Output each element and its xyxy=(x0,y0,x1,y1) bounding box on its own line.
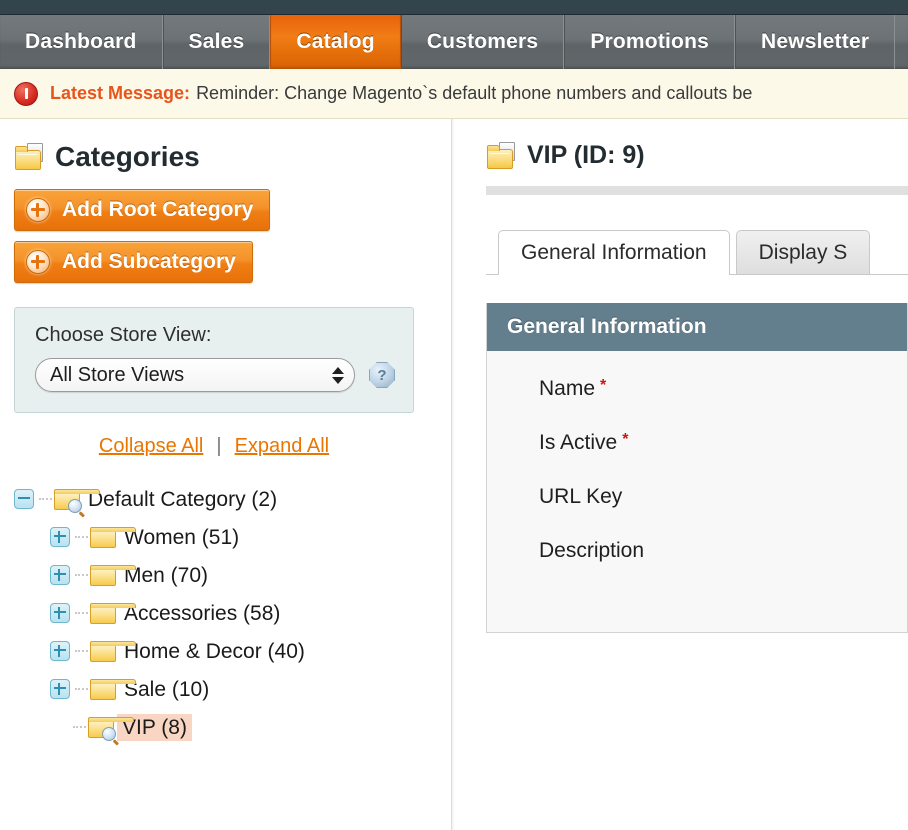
categories-title-row: Categories xyxy=(14,141,451,173)
main-navigation: Dashboard Sales Catalog Customers Promot… xyxy=(0,15,908,69)
top-strip xyxy=(0,0,908,15)
help-question-icon[interactable]: ? xyxy=(369,362,395,388)
folder-icon xyxy=(90,565,116,586)
page-content: Categories Add Root Category Add Subcate… xyxy=(0,119,908,830)
tree-connector xyxy=(39,498,52,500)
tree-node-label: Women (51) xyxy=(124,527,239,548)
tree-node-men[interactable]: Men (70) xyxy=(14,556,451,594)
folder-icon xyxy=(90,641,116,662)
tree-node-label: Default Category (2) xyxy=(88,489,277,510)
detail-title-row: VIP (ID: 9) xyxy=(486,141,908,170)
tree-connector xyxy=(75,650,88,652)
fieldset-heading: General Information xyxy=(487,303,907,351)
tree-node-sale[interactable]: Sale (10) xyxy=(14,670,451,708)
add-subcategory-label: Add Subcategory xyxy=(62,250,236,274)
folder-icon xyxy=(90,679,116,700)
field-row-is-active: Is Active * xyxy=(487,431,907,455)
nav-item-label: Customers xyxy=(427,30,539,54)
store-view-selected-value: All Store Views xyxy=(50,364,330,387)
field-label-description: Description xyxy=(539,539,644,563)
tree-node-home-decor[interactable]: Home & Decor (40) xyxy=(14,632,451,670)
collapse-toggle-icon[interactable] xyxy=(14,489,34,509)
add-root-category-button[interactable]: Add Root Category xyxy=(14,189,270,231)
field-row-description: Description xyxy=(487,539,907,563)
tree-actions: Collapse All | Expand All xyxy=(14,435,414,458)
plus-icon xyxy=(26,250,50,274)
field-row-url-key: URL Key xyxy=(487,485,907,509)
nav-item-promotions[interactable]: Promotions xyxy=(564,15,735,69)
add-root-category-label: Add Root Category xyxy=(62,198,253,222)
required-marker: * xyxy=(600,377,606,395)
store-view-row: All Store Views ? xyxy=(35,358,393,392)
nav-item-label: Catalog xyxy=(296,30,374,54)
field-label-url-key: URL Key xyxy=(539,485,622,509)
expand-toggle-icon[interactable] xyxy=(50,603,70,623)
expand-all-link[interactable]: Expand All xyxy=(235,435,330,457)
folder-icon xyxy=(90,603,116,624)
nav-item-label: Newsletter xyxy=(761,30,869,54)
tab-display-settings[interactable]: Display S xyxy=(736,230,871,274)
store-view-select[interactable]: All Store Views xyxy=(35,358,355,392)
latest-message-bar: Latest Message: Reminder: Change Magento… xyxy=(0,69,908,119)
tree-connector xyxy=(75,612,88,614)
add-subcategory-button[interactable]: Add Subcategory xyxy=(14,241,253,283)
tree-node-label: Men (70) xyxy=(124,565,208,586)
required-marker: * xyxy=(622,431,628,449)
collapse-all-link[interactable]: Collapse All xyxy=(99,435,204,457)
nav-item-newsletter[interactable]: Newsletter xyxy=(735,15,895,69)
field-label-is-active: Is Active xyxy=(539,431,617,455)
tab-general-information[interactable]: General Information xyxy=(498,230,730,275)
store-view-label: Choose Store View: xyxy=(35,324,393,347)
tree-connector xyxy=(73,726,86,728)
error-circle-icon xyxy=(14,82,38,106)
nav-item-label: Sales xyxy=(189,30,245,54)
tree-node-vip[interactable]: VIP (8) xyxy=(14,708,451,746)
store-view-box: Choose Store View: All Store Views ? xyxy=(14,307,414,413)
tree-node-accessories[interactable]: Accessories (58) xyxy=(14,594,451,632)
expand-toggle-icon[interactable] xyxy=(50,565,70,585)
folder-search-icon xyxy=(54,489,80,510)
nav-item-customers[interactable]: Customers xyxy=(401,15,565,69)
nav-item-dashboard[interactable]: Dashboard xyxy=(0,15,163,69)
fieldset-body: Name * Is Active * URL Key Description xyxy=(487,351,907,583)
tab-label: General Information xyxy=(521,241,707,265)
tree-node-label: Sale (10) xyxy=(124,679,209,700)
detail-tabs: General Information Display S xyxy=(486,229,908,275)
expand-toggle-icon[interactable] xyxy=(50,679,70,699)
general-information-fieldset: General Information Name * Is Active * U… xyxy=(486,303,908,633)
folder-icon xyxy=(90,527,116,548)
folder-page-icon xyxy=(14,143,44,171)
tree-node-default-category[interactable]: Default Category (2) xyxy=(14,480,451,518)
tree-leaf-spacer xyxy=(50,718,68,736)
title-divider xyxy=(486,186,908,195)
tree-node-label: Accessories (58) xyxy=(124,603,280,624)
folder-page-icon xyxy=(486,142,516,170)
tree-node-label: Home & Decor (40) xyxy=(124,641,305,662)
nav-item-sales[interactable]: Sales xyxy=(163,15,271,69)
tab-label: Display S xyxy=(759,241,848,265)
expand-toggle-icon[interactable] xyxy=(50,527,70,547)
tree-actions-separator: | xyxy=(216,435,221,457)
categories-panel: Categories Add Root Category Add Subcate… xyxy=(0,119,452,830)
tree-node-women[interactable]: Women (51) xyxy=(14,518,451,556)
plus-icon xyxy=(26,198,50,222)
tree-connector xyxy=(75,536,88,538)
stepper-arrows-icon xyxy=(330,362,346,388)
folder-search-icon xyxy=(88,717,114,738)
field-row-name: Name * xyxy=(487,377,907,401)
category-tree: Default Category (2) Women (51) Men (70)… xyxy=(14,480,451,746)
field-label-name: Name xyxy=(539,377,595,401)
page-title: Categories xyxy=(55,141,200,173)
nav-item-label: Promotions xyxy=(590,30,709,54)
tree-connector xyxy=(75,688,88,690)
tree-connector xyxy=(75,574,88,576)
latest-message-label: Latest Message: xyxy=(50,83,190,104)
latest-message-text: Reminder: Change Magento`s default phone… xyxy=(196,83,752,104)
nav-item-catalog[interactable]: Catalog xyxy=(270,15,400,69)
expand-toggle-icon[interactable] xyxy=(50,641,70,661)
nav-item-label: Dashboard xyxy=(25,30,137,54)
detail-page-title: VIP (ID: 9) xyxy=(527,141,645,170)
category-detail-panel: VIP (ID: 9) General Information Display … xyxy=(452,119,908,830)
